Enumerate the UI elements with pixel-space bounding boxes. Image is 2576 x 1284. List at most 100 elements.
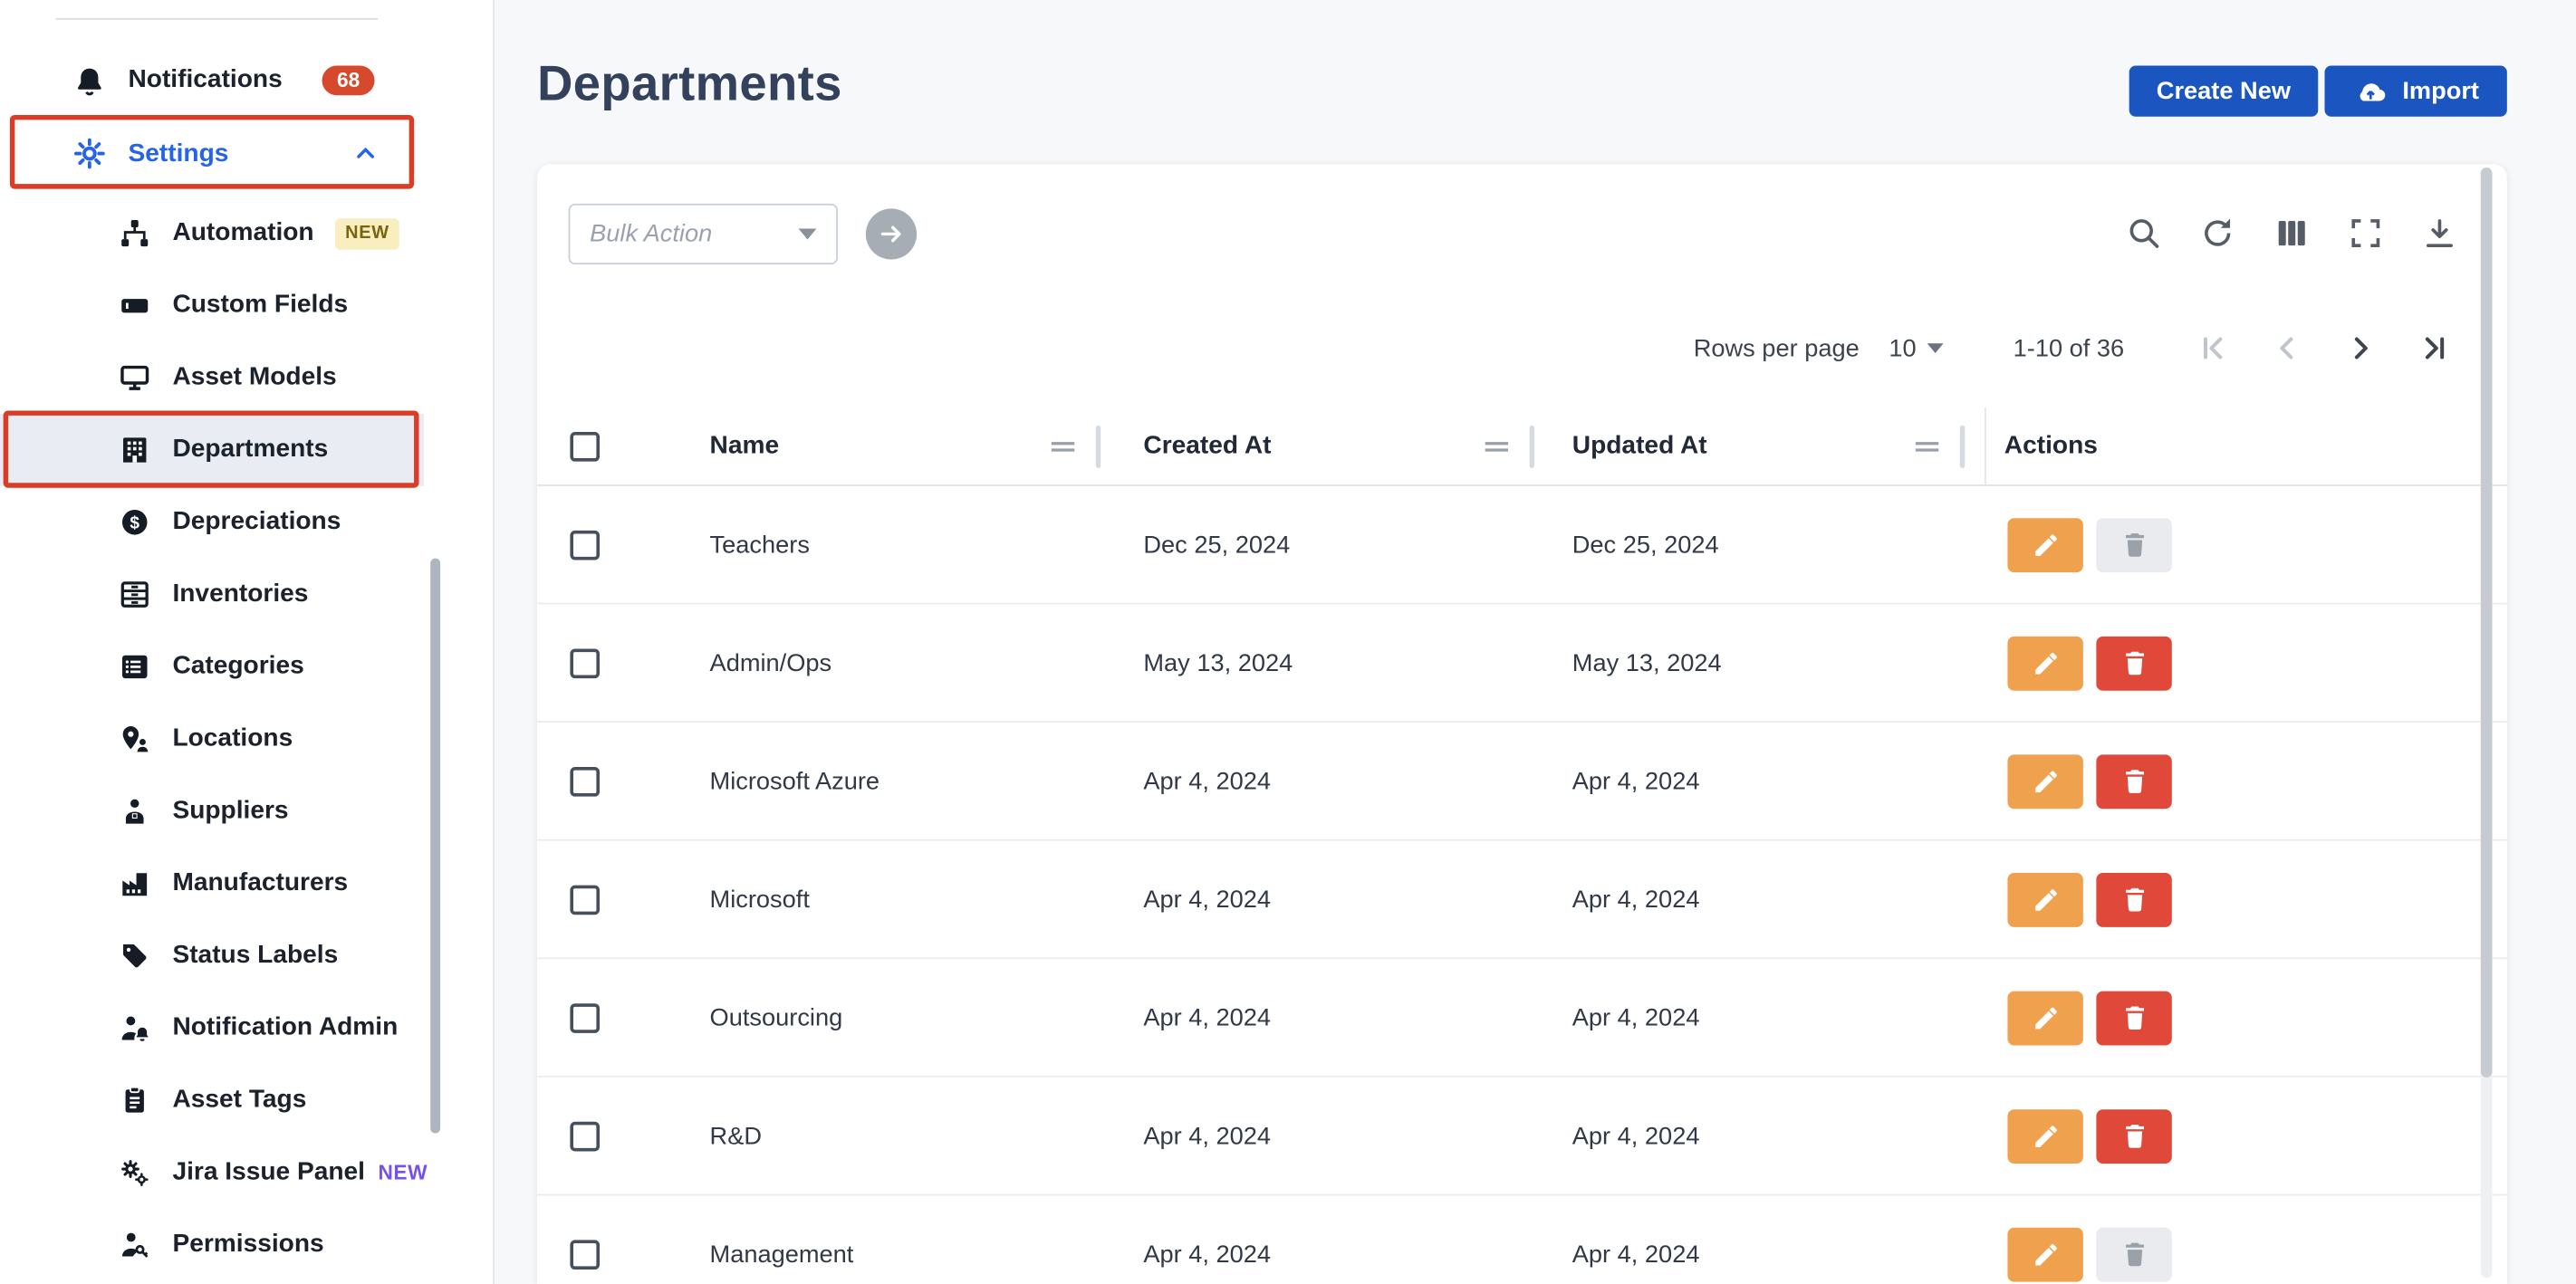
app-window: Notifications 68 Settings Automation NEW… xyxy=(0,0,2576,1284)
row-checkbox[interactable] xyxy=(570,886,600,915)
inventories-icon xyxy=(119,579,149,609)
delete-button[interactable] xyxy=(2096,636,2171,690)
delete-button[interactable] xyxy=(2096,517,2171,571)
sidebar-item-label: Jira Issue Panel xyxy=(172,1158,365,1188)
column-menu-icon[interactable] xyxy=(1914,436,1940,458)
scrollbar-thumb[interactable] xyxy=(2481,168,2493,1078)
refresh-icon[interactable] xyxy=(2200,216,2236,252)
row-checkbox[interactable] xyxy=(570,1240,600,1270)
sidebar-item-depreciations[interactable]: $ Depreciations xyxy=(0,486,424,559)
last-page-button[interactable] xyxy=(2418,331,2451,364)
svg-text:$: $ xyxy=(130,513,139,532)
sidebar-item-automation[interactable]: Automation NEW xyxy=(0,197,424,270)
sidebar-item-asset-tags[interactable]: Asset Tags xyxy=(0,1064,424,1136)
sidebar-item-settings[interactable]: Settings xyxy=(0,117,424,191)
select-all-checkbox[interactable] xyxy=(570,432,600,462)
row-actions xyxy=(2007,636,2171,690)
sidebar-item-permissions[interactable]: Permissions xyxy=(0,1209,424,1281)
cell-updated-at: Apr 4, 2024 xyxy=(1572,1122,1700,1150)
cell-created-at: May 13, 2024 xyxy=(1143,648,1293,676)
edit-button[interactable] xyxy=(2007,517,2082,571)
sidebar-item-categories[interactable]: Categories xyxy=(0,630,424,703)
column-menu-icon[interactable] xyxy=(1050,436,1076,458)
fullscreen-icon[interactable] xyxy=(2348,216,2384,252)
cell-name: Microsoft Azure xyxy=(710,767,879,795)
status-labels-icon xyxy=(119,940,149,971)
sidebar-item-locations[interactable]: Locations xyxy=(0,703,424,775)
search-icon[interactable] xyxy=(2126,216,2162,252)
download-icon[interactable] xyxy=(2422,216,2458,252)
pagination-bar: Rows per page 10 1-10 of 36 xyxy=(1694,331,2451,364)
row-checkbox[interactable] xyxy=(570,531,600,561)
sidebar-item-label: Permissions xyxy=(172,1231,323,1260)
cell-name: Admin/Ops xyxy=(710,648,832,676)
categories-icon xyxy=(119,651,149,682)
sidebar-item-label: Status Labels xyxy=(172,941,338,971)
column-header-updated-at[interactable]: Updated At xyxy=(1572,431,1707,461)
row-checkbox[interactable] xyxy=(570,1003,600,1033)
row-checkbox[interactable] xyxy=(570,648,600,678)
rows-per-page-label: Rows per page xyxy=(1694,334,1860,362)
column-resize-handle[interactable] xyxy=(1960,426,1965,468)
delete-button[interactable] xyxy=(2096,754,2171,809)
sidebar-item-suppliers[interactable]: Suppliers xyxy=(0,775,424,848)
row-checkbox[interactable] xyxy=(570,767,600,797)
sidebar-item-inventories[interactable]: Inventories xyxy=(0,559,424,631)
column-header-name[interactable]: Name xyxy=(710,431,780,461)
header-actions: Create New Import xyxy=(2129,66,2507,117)
column-menu-icon[interactable] xyxy=(1484,436,1510,458)
sidebar-item-label: Notification Admin xyxy=(172,1013,398,1043)
pagination-range: 1-10 of 36 xyxy=(2014,334,2125,362)
sidebar-item-jira-issue-panel[interactable]: Jira Issue Panel NEW xyxy=(0,1136,424,1209)
sidebar-item-manufacturers[interactable]: Manufacturers xyxy=(0,848,424,920)
delete-button[interactable] xyxy=(2096,991,2171,1045)
previous-page-button[interactable] xyxy=(2271,331,2303,364)
column-header-created-at[interactable]: Created At xyxy=(1143,431,1271,461)
import-label: Import xyxy=(2402,77,2479,105)
sidebar-scrollbar[interactable] xyxy=(430,559,440,1134)
table-row: Management Apr 4, 2024 Apr 4, 2024 xyxy=(537,1195,2507,1284)
row-checkbox[interactable] xyxy=(570,1122,600,1152)
edit-button[interactable] xyxy=(2007,872,2082,926)
edit-button[interactable] xyxy=(2007,636,2082,690)
rows-per-page-select[interactable]: 10 xyxy=(1889,334,1944,362)
cell-name: Outsourcing xyxy=(710,1003,843,1031)
delete-button[interactable] xyxy=(2096,1108,2171,1163)
new-badge: NEW xyxy=(335,217,399,248)
sidebar-item-notifications[interactable]: Notifications 68 xyxy=(0,44,424,117)
sidebar-item-label: Asset Models xyxy=(172,363,336,393)
sidebar-item-asset-models[interactable]: Asset Models xyxy=(0,341,424,414)
table-scrollbar[interactable] xyxy=(2481,168,2493,1278)
notification-count-badge: 68 xyxy=(322,65,375,96)
sidebar-item-label: Locations xyxy=(172,724,293,754)
bulk-action-select[interactable]: Bulk Action xyxy=(569,204,838,264)
row-actions xyxy=(2007,754,2171,809)
delete-button[interactable] xyxy=(2096,872,2171,926)
edit-button[interactable] xyxy=(2007,991,2082,1045)
first-page-button[interactable] xyxy=(2196,331,2229,364)
table-row: Microsoft Azure Apr 4, 2024 Apr 4, 2024 xyxy=(537,723,2507,841)
column-resize-handle[interactable] xyxy=(1096,426,1101,468)
apply-bulk-action-button[interactable] xyxy=(866,208,917,259)
locations-icon xyxy=(119,723,149,754)
edit-button[interactable] xyxy=(2007,754,2082,809)
cell-name: Microsoft xyxy=(710,886,810,914)
edit-button[interactable] xyxy=(2007,1108,2082,1163)
sidebar-item-custom-fields[interactable]: Custom Fields xyxy=(0,269,424,341)
delete-button[interactable] xyxy=(2096,1227,2171,1281)
columns-icon[interactable] xyxy=(2273,216,2310,252)
row-actions xyxy=(2007,1227,2171,1281)
sidebar-item-label: Notifications xyxy=(128,66,282,96)
create-new-button[interactable]: Create New xyxy=(2129,66,2319,117)
sidebar-item-status-labels[interactable]: Status Labels xyxy=(0,920,424,992)
import-button[interactable]: Import xyxy=(2325,66,2507,117)
sidebar-item-notification-admin[interactable]: Notification Admin xyxy=(0,992,424,1065)
next-page-button[interactable] xyxy=(2344,331,2377,364)
sidebar-item-departments[interactable]: Departments xyxy=(0,414,424,486)
column-resize-handle[interactable] xyxy=(1530,426,1534,468)
cell-updated-at: Dec 25, 2024 xyxy=(1572,531,1719,559)
cloud-upload-icon xyxy=(2353,79,2389,103)
edit-button[interactable] xyxy=(2007,1227,2082,1281)
cell-updated-at: Apr 4, 2024 xyxy=(1572,767,1700,795)
sidebar-item-label: Custom Fields xyxy=(172,291,348,321)
